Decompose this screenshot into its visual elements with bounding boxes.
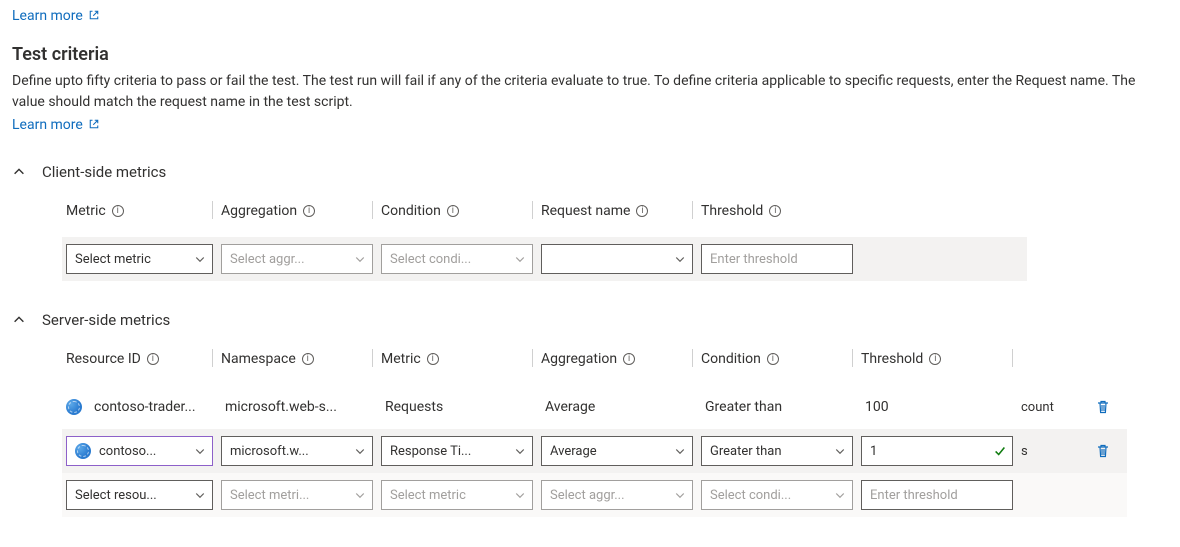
server-threshold-input[interactable] bbox=[861, 436, 1013, 466]
info-icon: i bbox=[147, 353, 159, 365]
chevron-down-icon bbox=[514, 253, 526, 265]
chevron-down-icon bbox=[354, 445, 366, 457]
server-resource-id-dropdown[interactable]: Select resou... bbox=[66, 480, 213, 510]
test-criteria-heading: Test criteria bbox=[12, 44, 1168, 65]
globe-icon bbox=[66, 399, 82, 415]
external-link-icon bbox=[88, 9, 100, 21]
delete-row-button[interactable] bbox=[1091, 395, 1115, 419]
chevron-down-icon bbox=[674, 489, 686, 501]
chevron-down-icon bbox=[514, 445, 526, 457]
server-metric-dropdown[interactable]: Response Ti... bbox=[381, 436, 533, 466]
chevron-down-icon bbox=[674, 445, 686, 457]
client-request-name-dropdown[interactable] bbox=[541, 244, 693, 274]
server-namespace-dropdown[interactable]: Select metri... bbox=[221, 480, 373, 510]
server-threshold-value: 100 bbox=[861, 399, 889, 415]
client-header-condition: Conditioni bbox=[377, 195, 537, 237]
server-header-resource-id: Resource IDi bbox=[62, 343, 217, 385]
chevron-up-icon bbox=[12, 313, 26, 327]
chevron-up-icon bbox=[12, 165, 26, 179]
server-header-condition: Conditioni bbox=[697, 343, 857, 385]
info-icon: i bbox=[623, 353, 635, 365]
chevron-down-icon bbox=[194, 445, 206, 457]
info-icon: i bbox=[302, 353, 314, 365]
server-header-namespace: Namespacei bbox=[217, 343, 377, 385]
chevron-down-icon bbox=[514, 489, 526, 501]
client-header-metric: Metrici bbox=[62, 195, 217, 237]
server-metric-dropdown[interactable]: Select metric bbox=[381, 480, 533, 510]
chevron-down-icon bbox=[674, 253, 686, 265]
server-resource-id-value: contoso-trader... bbox=[90, 399, 196, 415]
client-header-aggregation: Aggregationi bbox=[217, 195, 377, 237]
chevron-down-icon bbox=[354, 253, 366, 265]
client-aggregation-dropdown[interactable]: Select aggr... bbox=[221, 244, 373, 274]
server-namespace-value: microsoft.web-s... bbox=[221, 399, 337, 415]
info-icon: i bbox=[303, 205, 315, 217]
chevron-down-icon bbox=[194, 489, 206, 501]
globe-icon bbox=[75, 443, 91, 459]
server-threshold-input[interactable] bbox=[861, 480, 1013, 510]
server-namespace-dropdown[interactable]: microsoft.w... bbox=[221, 436, 373, 466]
server-metric-value: Requests bbox=[381, 399, 443, 415]
server-unit-value: s bbox=[1021, 444, 1028, 459]
chevron-down-icon bbox=[834, 445, 846, 457]
external-link-icon bbox=[88, 118, 100, 130]
info-icon: i bbox=[447, 205, 459, 217]
check-icon bbox=[993, 444, 1007, 458]
server-side-expander[interactable]: Server-side metrics bbox=[12, 311, 1168, 329]
learn-more-top-label: Learn more bbox=[12, 8, 83, 24]
client-threshold-input[interactable] bbox=[701, 244, 853, 274]
server-header-aggregation: Aggregationi bbox=[537, 343, 697, 385]
server-header-threshold: Thresholdi bbox=[857, 343, 1017, 385]
server-header-metric: Metrici bbox=[377, 343, 537, 385]
client-header-threshold: Thresholdi bbox=[697, 195, 857, 237]
server-aggregation-dropdown[interactable]: Select aggr... bbox=[541, 480, 693, 510]
info-icon: i bbox=[929, 353, 941, 365]
info-icon: i bbox=[767, 353, 779, 365]
client-header-request-name: Request namei bbox=[537, 195, 697, 237]
client-side-title: Client-side metrics bbox=[42, 163, 166, 181]
info-icon: i bbox=[636, 205, 648, 217]
server-resource-id-dropdown[interactable]: contoso... bbox=[66, 436, 213, 466]
learn-more-link[interactable]: Learn more bbox=[12, 117, 100, 133]
chevron-down-icon bbox=[834, 489, 846, 501]
info-icon: i bbox=[427, 353, 439, 365]
server-aggregation-dropdown[interactable]: Average bbox=[541, 436, 693, 466]
info-icon: i bbox=[112, 205, 124, 217]
info-icon: i bbox=[769, 205, 781, 217]
client-condition-dropdown[interactable]: Select condi... bbox=[381, 244, 533, 274]
learn-more-label: Learn more bbox=[12, 117, 83, 133]
server-condition-value: Greater than bbox=[701, 399, 782, 415]
learn-more-top-link[interactable]: Learn more bbox=[12, 8, 100, 24]
server-unit-value: count bbox=[1021, 400, 1054, 415]
server-condition-dropdown[interactable]: Select condi... bbox=[701, 480, 853, 510]
delete-row-button[interactable] bbox=[1091, 439, 1115, 463]
server-side-title: Server-side metrics bbox=[42, 311, 170, 329]
server-aggregation-value: Average bbox=[541, 399, 595, 415]
chevron-down-icon bbox=[354, 489, 366, 501]
test-criteria-description: Define upto fifty criteria to pass or fa… bbox=[12, 71, 1168, 113]
client-side-expander[interactable]: Client-side metrics bbox=[12, 163, 1168, 181]
client-metric-dropdown[interactable]: Select metric bbox=[66, 244, 213, 274]
server-condition-dropdown[interactable]: Greater than bbox=[701, 436, 853, 466]
chevron-down-icon bbox=[194, 253, 206, 265]
